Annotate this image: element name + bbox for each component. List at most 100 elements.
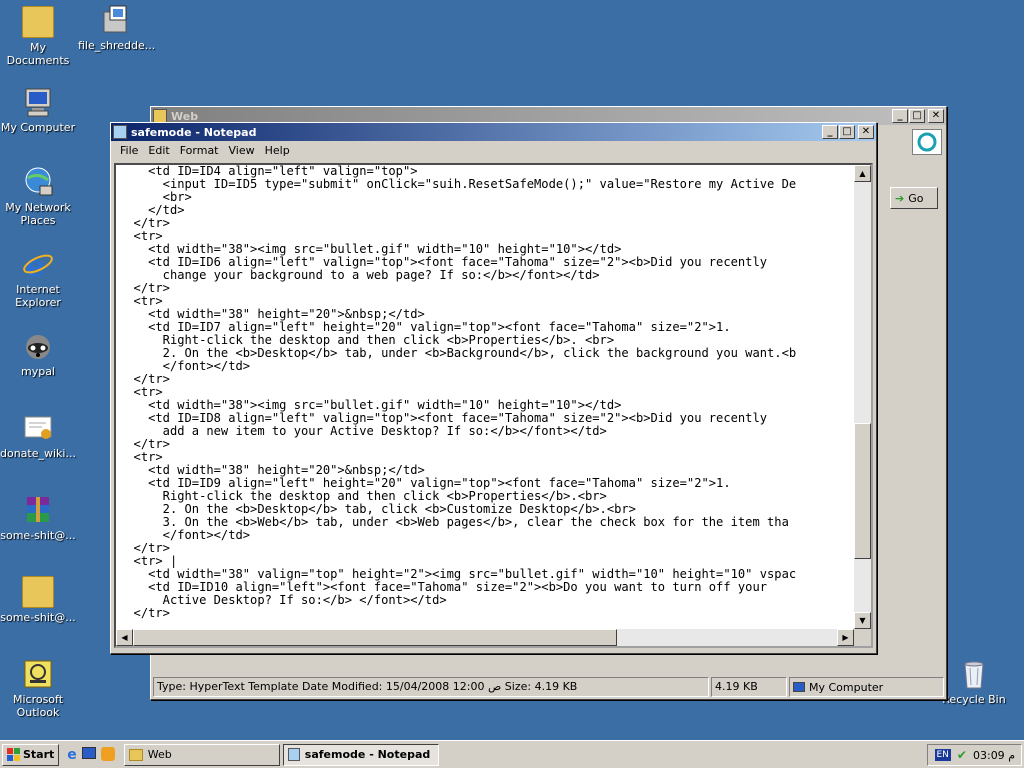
- winrar-icon: [22, 494, 54, 526]
- notepad-menubar: File Edit Format View Help: [111, 141, 876, 160]
- start-label: Start: [23, 748, 55, 761]
- show-desktop-icon[interactable]: [81, 746, 96, 759]
- task-notepad[interactable]: safemode - Notepad: [282, 743, 439, 766]
- text-line: </tr>: [119, 372, 170, 386]
- notepad-editor[interactable]: <td ID=ID4 align="left" valign="top"> <i…: [114, 163, 873, 648]
- computer-icon: [22, 86, 54, 118]
- maximize-button[interactable]: □: [839, 125, 855, 139]
- text-line: </font></td>: [119, 359, 251, 373]
- desktop-icon-folder[interactable]: some-shit@...: [0, 576, 76, 624]
- folder-icon: [128, 748, 143, 761]
- notepad-icon: [113, 125, 127, 139]
- go-button[interactable]: ➔ Go: [890, 187, 938, 209]
- desktop-icon-recycle-bin[interactable]: Recycle Bin: [936, 658, 1012, 706]
- desktop-icon-label: some-shit@...: [0, 529, 76, 542]
- desktop-icon-my-documents[interactable]: My Documents: [0, 6, 76, 67]
- horizontal-scrollbar[interactable]: ◀ ▶: [116, 629, 854, 646]
- desktop-icon-internet-explorer[interactable]: e Internet Explorer: [0, 248, 76, 309]
- notepad-title: safemode - Notepad: [131, 125, 257, 139]
- folder-icon: [153, 109, 167, 123]
- horizontal-scroll-thumb[interactable]: [133, 629, 617, 646]
- close-button[interactable]: ✕: [928, 109, 944, 123]
- desktop-icon-label: Recycle Bin: [942, 693, 1006, 706]
- desktop-icon-donate[interactable]: donate_wiki...: [0, 412, 76, 460]
- notepad-window[interactable]: safemode - Notepad _ □ ✕ File Edit Forma…: [110, 122, 877, 654]
- system-tray: EN ✔ 03:09 م: [927, 744, 1022, 766]
- media-player-icon[interactable]: [100, 746, 115, 761]
- desktop-icon-label: Internet Explorer: [15, 283, 61, 309]
- svg-text:e: e: [26, 249, 45, 280]
- menu-help[interactable]: Help: [260, 144, 295, 157]
- text-line: add a new item to your Active Desktop? I…: [119, 424, 607, 438]
- vertical-scrollbar[interactable]: ▲ ▼: [854, 165, 871, 629]
- task-label: Web: [147, 748, 172, 761]
- clock[interactable]: 03:09 م: [973, 749, 1015, 762]
- desktop-icon-mypal[interactable]: mypal: [0, 330, 76, 378]
- computer-icon: [793, 682, 805, 692]
- taskbar: Start e Web safemode - Notepad EN ✔ 03:0…: [0, 740, 1024, 768]
- maximize-button[interactable]: □: [909, 109, 925, 123]
- explorer-title: Web: [171, 109, 199, 123]
- desktop-icon-label: My Network Places: [5, 201, 71, 227]
- desktop-icon-file-shredder[interactable]: file_shredde...: [78, 4, 156, 52]
- go-arrow-icon: ➔: [895, 191, 905, 205]
- throbber-icon: [912, 129, 942, 155]
- text-line: Active Desktop? If so:</b> </font></td>: [119, 593, 447, 607]
- ie-icon[interactable]: e: [67, 747, 77, 763]
- text-line: </tr>: [119, 541, 170, 555]
- desktop-icon-outlook[interactable]: Microsoft Outlook: [0, 658, 76, 719]
- text-line: </tr>: [119, 281, 170, 295]
- desktop-icon-label: Microsoft Outlook: [12, 693, 64, 719]
- desktop-icon-label: some-shit@...: [0, 611, 76, 624]
- desktop-icon-archive[interactable]: some-shit@...: [0, 494, 76, 542]
- desktop-icon-label: file_shredde...: [78, 39, 156, 52]
- text-line: <br>: [119, 190, 192, 204]
- desktop-icon-label: mypal: [20, 365, 55, 378]
- raccoon-icon: [22, 330, 54, 362]
- quick-launch: e: [67, 746, 115, 763]
- text-line: change your background to a web page? If…: [119, 268, 600, 282]
- menu-view[interactable]: View: [224, 144, 260, 157]
- security-shield-icon[interactable]: ✔: [957, 748, 967, 762]
- scroll-down-button[interactable]: ▼: [854, 612, 871, 629]
- language-indicator[interactable]: EN: [934, 749, 951, 761]
- vertical-scroll-thumb[interactable]: [854, 423, 871, 559]
- ie-icon: e: [22, 248, 54, 284]
- status-zone: My Computer: [789, 677, 944, 697]
- text-line: </font></td>: [119, 528, 251, 542]
- minimize-button[interactable]: _: [822, 125, 838, 139]
- notepad-icon: [287, 748, 300, 761]
- close-button[interactable]: ✕: [858, 125, 874, 139]
- minimize-button[interactable]: _: [892, 109, 908, 123]
- desktop-icon-my-computer[interactable]: My Computer: [0, 86, 76, 134]
- desktop-icon-network-places[interactable]: My Network Places: [0, 166, 76, 227]
- status-zone-label: My Computer: [809, 680, 884, 694]
- status-size: 4.19 KB: [711, 677, 787, 697]
- size-grip[interactable]: [854, 629, 871, 646]
- task-web[interactable]: Web: [123, 743, 280, 766]
- scroll-left-button[interactable]: ◀: [116, 629, 133, 646]
- network-icon: [22, 166, 54, 198]
- text-area[interactable]: <td ID=ID4 align="left" valign="top"> <i…: [119, 165, 853, 629]
- installer-icon: [100, 4, 132, 36]
- menu-edit[interactable]: Edit: [143, 144, 174, 157]
- task-label: safemode - Notepad: [304, 748, 431, 761]
- outlook-icon: [22, 658, 54, 690]
- scroll-right-button[interactable]: ▶: [837, 629, 854, 646]
- notepad-titlebar[interactable]: safemode - Notepad _ □ ✕: [111, 123, 876, 141]
- windows-logo-icon: [7, 748, 20, 761]
- folder-icon: [22, 576, 54, 608]
- desktop-icon-label: My Documents: [6, 41, 70, 67]
- text-line: </tr>: [119, 216, 170, 230]
- menu-file[interactable]: File: [115, 144, 143, 157]
- text-line: <input ID=ID5 type="submit" onClick="sui…: [119, 177, 797, 191]
- text-line: </td>: [119, 203, 185, 217]
- recycle-bin-icon: [958, 658, 990, 690]
- status-info: Type: HyperText Template Date Modified: …: [153, 677, 709, 697]
- text-line: </tr>: [119, 606, 170, 620]
- menu-format[interactable]: Format: [175, 144, 224, 157]
- folder-icon: [22, 6, 54, 38]
- start-button[interactable]: Start: [2, 743, 60, 766]
- desktop-icon-label: donate_wiki...: [0, 447, 76, 460]
- scroll-up-button[interactable]: ▲: [854, 165, 871, 182]
